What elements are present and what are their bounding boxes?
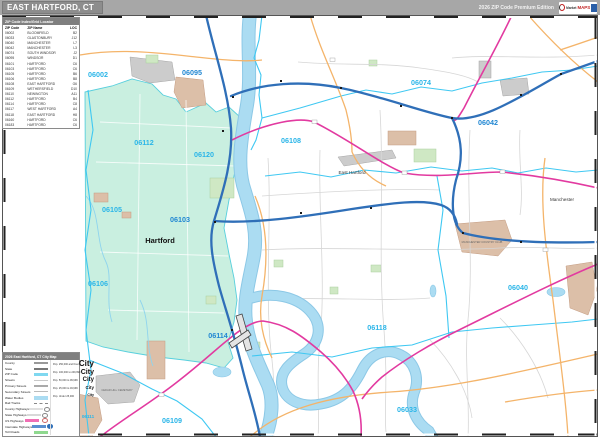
- feature-label: MANCHESTER COUNTRY CLUB: [462, 240, 503, 244]
- zip-label: 06109: [162, 416, 182, 425]
- legend-item: Toll Roads: [3, 430, 50, 436]
- zip-label: 06114: [208, 331, 228, 340]
- map-title: EAST HARTFORD, CT: [2, 1, 103, 14]
- zip-index-table: ZIP CodeZIP NameLOC 06002BLOOMFIELDB2060…: [3, 25, 79, 128]
- highway-shield-icon: [42, 413, 48, 418]
- legend-panel: 2026 East Hartford, CT City Map CountySt…: [2, 352, 80, 437]
- legend-items: CountyStateZIP CodeStreetsPrimary Street…: [3, 360, 50, 435]
- edition-label: 2026 ZIP Code Premium Edition: [479, 5, 554, 11]
- feature-label: CEDAR HILL CEMETERY: [101, 388, 133, 392]
- zip-label: 06042: [478, 118, 498, 127]
- legend-city-size: Pop. 50,000 to 99,999City: [51, 376, 96, 384]
- title-bar: EAST HARTFORD, CT 2026 ZIP Code Premium …: [0, 0, 600, 15]
- legend-city-size: Pop. Under 25,000City: [51, 392, 96, 400]
- zip-index-panel: ZIP Code Index/Grid Locator ZIP CodeZIP …: [2, 17, 80, 129]
- zip-label: 06095: [182, 68, 202, 77]
- logo-text-maps: MAPS: [577, 5, 590, 10]
- zip-label: 06103: [170, 215, 190, 224]
- logo-globe-icon: [559, 4, 565, 11]
- publisher-logo: Market MAPS: [559, 2, 597, 14]
- zip-label: 06108: [281, 136, 301, 145]
- legend-city-size: Pop. 100,000 to 249,999City: [51, 368, 96, 376]
- zip-label: 06118: [367, 323, 387, 332]
- zip-label: 06112: [134, 138, 154, 147]
- zip-table-row: 06183HARTFORDC6: [3, 123, 79, 128]
- zip-label: 06106: [88, 279, 108, 288]
- legend-city-size: Pop. 25,000 to 49,999City: [51, 384, 96, 392]
- zip-label: 06074: [411, 78, 431, 87]
- logo-text-market: Market: [566, 6, 576, 10]
- city-label: Hartford: [145, 236, 175, 245]
- zip-label: 06033: [397, 405, 417, 414]
- legend-city-size: Pop. 250,000 and OverCity: [51, 360, 96, 368]
- map-sheet: 06002 06095 06074 06042 06112 06120 0610…: [0, 0, 600, 439]
- city-label: East Hartford: [338, 170, 366, 175]
- legend-body: CountyStateZIP CodeStreetsPrimary Street…: [3, 360, 79, 435]
- zip-table-body: 06002BLOOMFIELDB206033GLASTONBURYJ120604…: [3, 31, 79, 128]
- logo-chip: [591, 4, 597, 12]
- highway-shield-icon: [42, 418, 48, 423]
- zip-index-title: ZIP Code Index/Grid Locator: [3, 18, 79, 25]
- zip-label: 06002: [88, 70, 108, 79]
- legend-title: 2026 East Hartford, CT City Map: [3, 353, 79, 360]
- city-label: Manchester: [550, 197, 574, 202]
- legend-city-sizes: Pop. 250,000 and OverCityPop. 100,000 to…: [50, 360, 96, 435]
- zip-label: 06105: [102, 205, 122, 214]
- zip-label: 06040: [508, 283, 528, 292]
- zip-label: 06120: [194, 150, 214, 159]
